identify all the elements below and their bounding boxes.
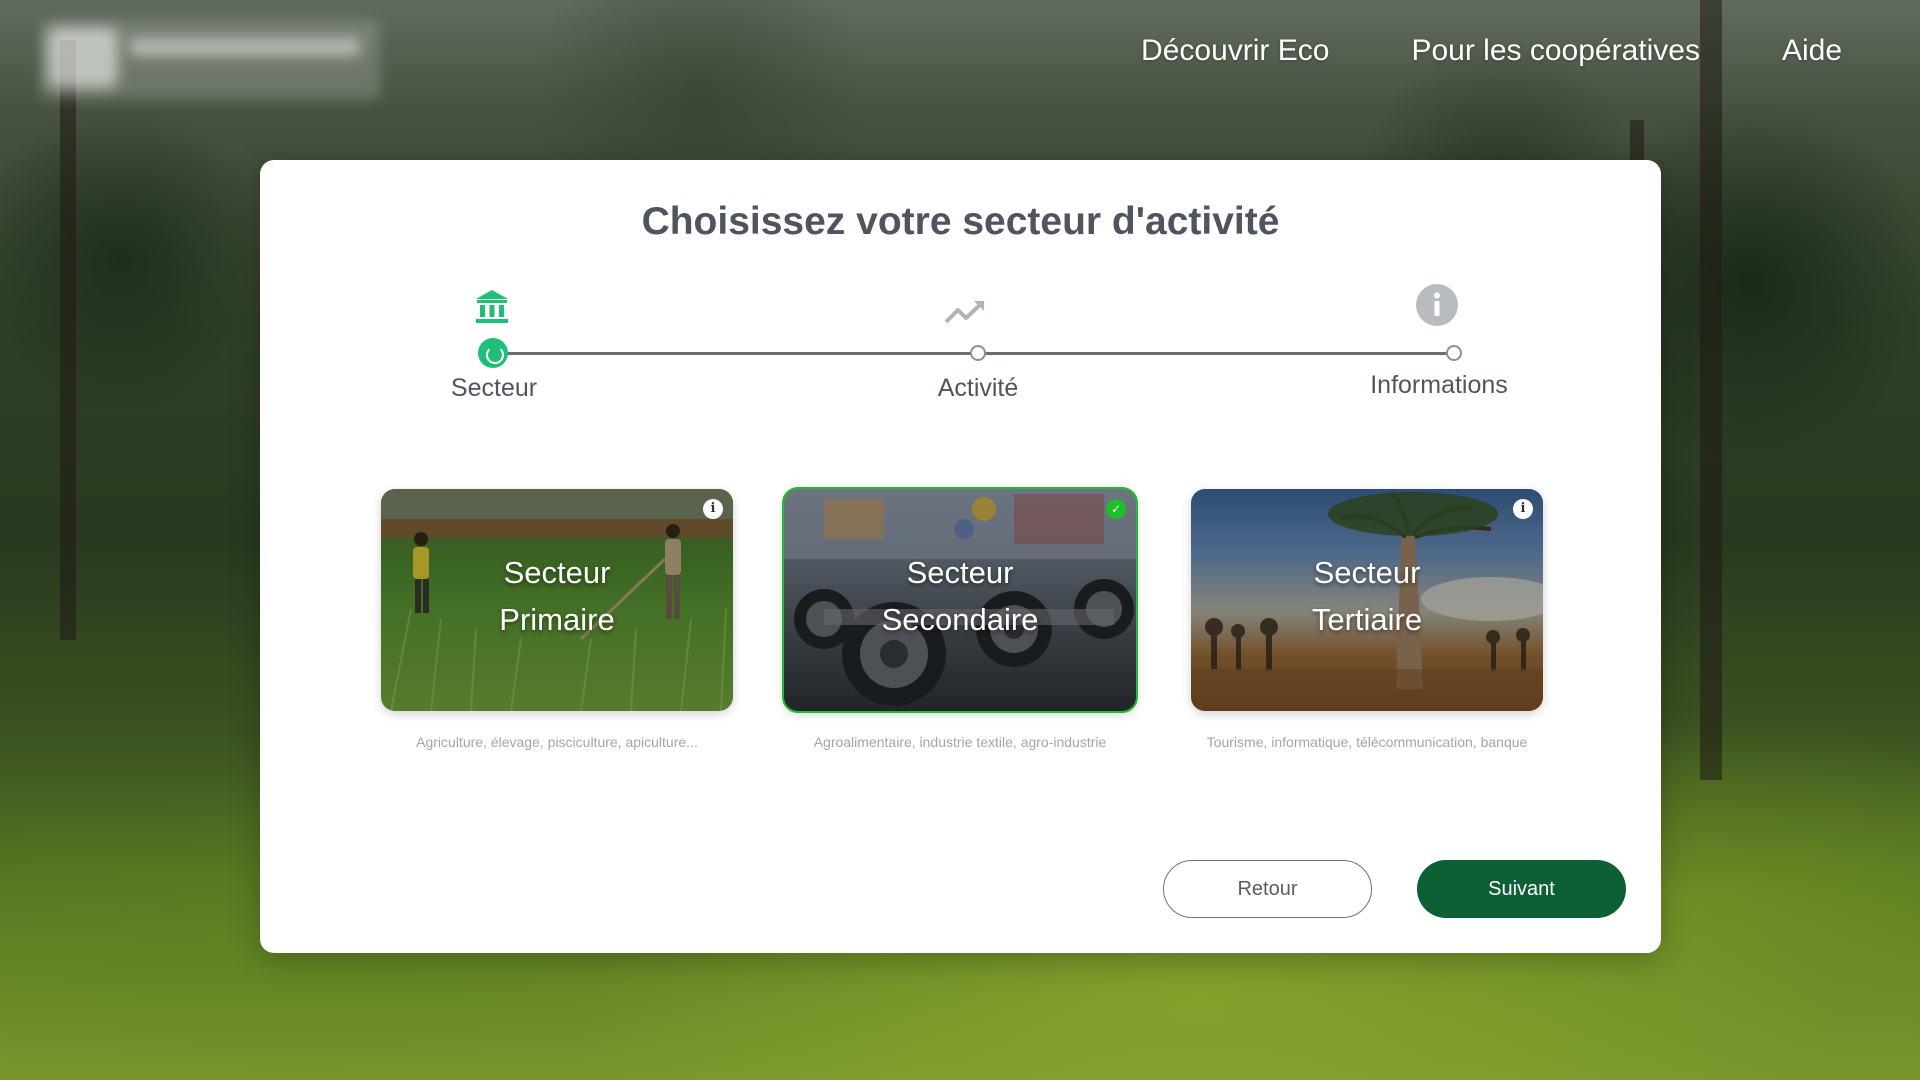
card-title-line1: Secteur (906, 555, 1014, 590)
sector-description-secondaire: Agroalimentaire, industrie textile, agro… (813, 734, 1107, 750)
logo-text (130, 38, 360, 56)
sector-card-secondaire[interactable]: Secteur Secondaire ✓ (782, 487, 1138, 713)
stepper: Secteur Activité Informations (260, 160, 1661, 420)
check-icon: ✓ (1106, 499, 1126, 519)
info-icon[interactable]: i (1513, 499, 1533, 519)
card-title-line1: Secteur (1313, 555, 1421, 590)
nav-link-decouvrir[interactable]: Découvrir Eco (1141, 34, 1329, 68)
top-nav: Découvrir Eco Pour les coopératives Aide (1141, 34, 1842, 68)
step-connector (494, 352, 978, 355)
info-icon[interactable]: i (703, 499, 723, 519)
step-indicator-secteur (478, 338, 508, 368)
sector-description-tertiaire: Tourisme, informatique, télécommunicatio… (1206, 734, 1528, 750)
sector-card-tertiaire[interactable]: Secteur Tertiaire i (1191, 489, 1543, 711)
step-label-activite: Activité (937, 374, 1019, 402)
sector-description-primaire: Agriculture, élevage, pisciculture, apic… (416, 734, 698, 750)
step-indicator-activite (970, 345, 986, 361)
next-button[interactable]: Suivant (1417, 860, 1626, 918)
card-title-line2: Tertiaire (1311, 602, 1423, 637)
card-title: Secteur Primaire (381, 549, 733, 643)
nav-link-aide[interactable]: Aide (1782, 34, 1842, 68)
bank-icon (474, 288, 510, 331)
info-icon (1415, 283, 1459, 332)
sector-card-primaire[interactable]: Secteur Primaire i (381, 489, 733, 711)
card-title: Secteur Tertiaire (1191, 549, 1543, 643)
card-title: Secteur Secondaire (784, 549, 1136, 643)
card-title-line2: Secondaire (881, 602, 1039, 637)
card-title-line2: Primaire (499, 602, 615, 637)
step-indicator-informations (1446, 345, 1462, 361)
back-button[interactable]: Retour (1163, 860, 1372, 918)
logo-mark (48, 28, 118, 88)
nav-link-cooperatives[interactable]: Pour les coopératives (1411, 34, 1700, 68)
step-label-secteur: Secteur (450, 374, 538, 402)
sector-selection-modal: Choisissez votre secteur d'activité Sect… (260, 160, 1661, 953)
card-title-line1: Secteur (503, 555, 611, 590)
trending-up-icon (944, 298, 986, 331)
step-connector (978, 352, 1453, 355)
step-label-informations: Informations (1370, 371, 1508, 399)
